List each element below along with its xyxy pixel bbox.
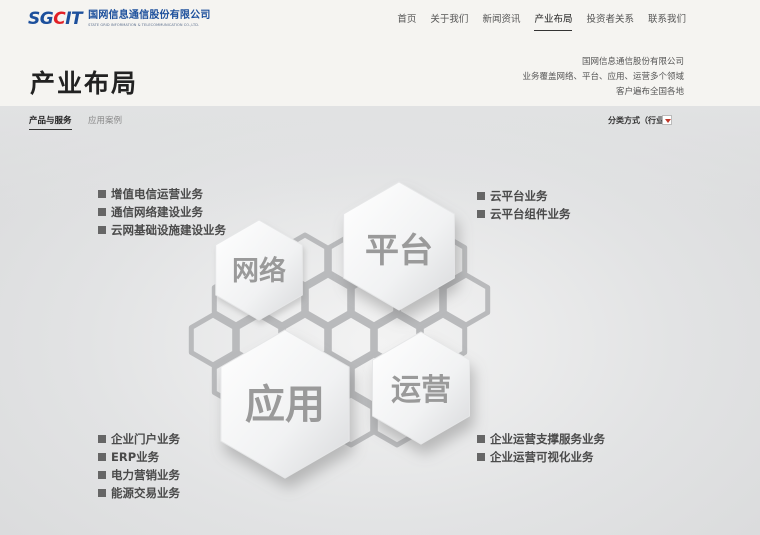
list-item[interactable]: 增值电信运营业务 — [98, 185, 226, 203]
hex-label-platform: 平台 — [365, 231, 433, 271]
list-item-label: 云平台组件业务 — [490, 207, 571, 221]
square-bullet-icon — [477, 453, 485, 461]
square-bullet-icon — [98, 208, 106, 216]
square-bullet-icon — [98, 226, 106, 234]
list-item[interactable]: 企业运营可视化业务 — [477, 448, 605, 466]
square-bullet-icon — [98, 489, 106, 497]
list-item-label: 能源交易业务 — [111, 486, 180, 500]
list-item[interactable]: 电力营销业务 — [98, 466, 180, 484]
list-item-label: 企业运营可视化业务 — [490, 450, 594, 464]
hex-label-operation: 运营 — [391, 373, 451, 408]
list-item-label: 企业门户业务 — [111, 432, 180, 446]
list-item[interactable]: 云平台业务 — [477, 187, 571, 205]
list-item-label: 云平台业务 — [490, 189, 548, 203]
hex-label-application: 应用 — [245, 382, 325, 428]
list-item[interactable]: 能源交易业务 — [98, 484, 180, 502]
list-item[interactable]: 云网基础设施建设业务 — [98, 221, 226, 239]
list-item[interactable]: 通信网络建设业务 — [98, 203, 226, 221]
operation-business-list: 企业运营支撑服务业务 企业运营可视化业务 — [477, 430, 605, 466]
list-item[interactable]: ERP业务 — [98, 448, 180, 466]
list-item[interactable]: 企业门户业务 — [98, 430, 180, 448]
square-bullet-icon — [477, 192, 485, 200]
list-item-label: 电力营销业务 — [111, 468, 180, 482]
square-bullet-icon — [98, 435, 106, 443]
list-item-label: 通信网络建设业务 — [111, 205, 203, 219]
square-bullet-icon — [98, 190, 106, 198]
list-item[interactable]: 云平台组件业务 — [477, 205, 571, 223]
list-item-label: 云网基础设施建设业务 — [111, 223, 226, 237]
square-bullet-icon — [477, 435, 485, 443]
square-bullet-icon — [477, 210, 485, 218]
platform-business-list: 云平台业务 云平台组件业务 — [477, 187, 571, 223]
list-item-label: ERP业务 — [111, 450, 160, 464]
list-item[interactable]: 企业运营支撑服务业务 — [477, 430, 605, 448]
list-item-label: 增值电信运营业务 — [111, 187, 203, 201]
square-bullet-icon — [98, 453, 106, 461]
square-bullet-icon — [98, 471, 106, 479]
hex-label-network: 网络 — [232, 255, 286, 287]
network-business-list: 增值电信运营业务 通信网络建设业务 云网基础设施建设业务 — [98, 185, 226, 239]
application-business-list: 企业门户业务 ERP业务 电力营销业务 能源交易业务 — [98, 430, 180, 502]
list-item-label: 企业运营支撑服务业务 — [490, 432, 605, 446]
